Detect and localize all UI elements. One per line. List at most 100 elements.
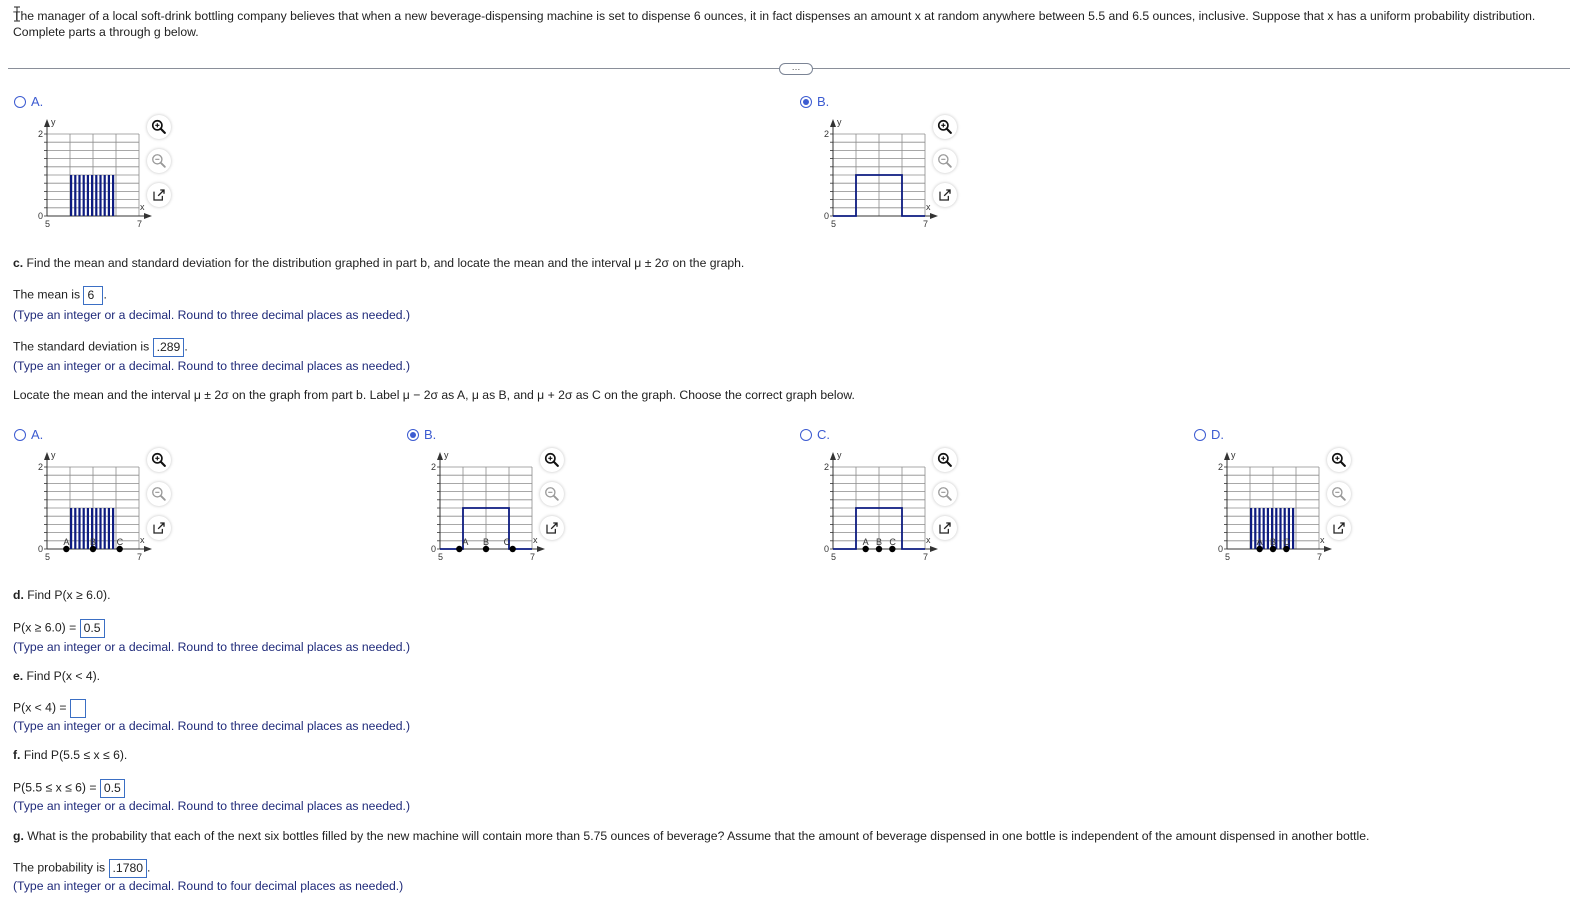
y-axis-label: y: [51, 450, 56, 460]
x-axis-arrow-icon: [144, 213, 152, 219]
density-bar: [95, 175, 98, 216]
density-bar: [78, 175, 81, 216]
zoom-in-icon: [937, 119, 952, 134]
popout-icon: [546, 522, 558, 534]
popout-button[interactable]: [933, 516, 957, 540]
density-bar: [107, 508, 110, 549]
part-c-option-a[interactable]: A. y x 2 0 5 7 A B C: [12, 427, 212, 577]
part-f-prompt: f. Find P(5.5 ≤ x ≤ 6).: [13, 748, 128, 762]
popout-button[interactable]: [540, 516, 564, 540]
radio-unselected-icon[interactable]: [14, 95, 26, 108]
part-e-answer-box[interactable]: [69, 699, 86, 718]
zoom-in-icon: [937, 452, 952, 467]
density-bar: [1279, 508, 1282, 549]
y-axis-label: y: [837, 117, 842, 127]
radio-selected-icon[interactable]: [407, 428, 419, 441]
zoom-in-button[interactable]: [540, 448, 564, 472]
density-bar: [78, 508, 81, 549]
part-f-answer-row: P(5.5 ≤ x ≤ 6) = 0.5: [13, 779, 125, 798]
interval-point-label: C: [889, 537, 896, 547]
zoom-out-button[interactable]: [147, 149, 171, 173]
zoom-in-button[interactable]: [1327, 448, 1351, 472]
option-label[interactable]: B.: [800, 94, 829, 109]
part-g-answer-row: The probability is .1780.: [13, 859, 150, 878]
part-g-answer-box[interactable]: .1780: [108, 859, 148, 878]
y-tick-label: 0: [824, 544, 829, 554]
radio-unselected-icon[interactable]: [14, 428, 26, 441]
part-c-option-c[interactable]: C. y x 2 0 5 7 A B C: [798, 427, 998, 577]
popout-icon: [939, 189, 951, 201]
uniform-graph: y x 2 05 7 A B C: [824, 450, 938, 562]
interval-point-label: A: [863, 537, 869, 547]
zoom-out-button[interactable]: [147, 482, 171, 506]
popout-button[interactable]: [147, 516, 171, 540]
y-axis-label: y: [51, 117, 56, 127]
popout-button[interactable]: [1327, 516, 1351, 540]
zoom-out-button[interactable]: [1327, 482, 1351, 506]
part-c-option-d[interactable]: D. y x 2 0 5 7 A B C: [1192, 427, 1392, 577]
x-axis-arrow-icon: [144, 546, 152, 552]
y-axis-label: y: [444, 450, 449, 460]
sd-answer-box[interactable]: .289: [152, 338, 185, 357]
option-letter: B.: [424, 427, 437, 442]
part-b-option-a[interactable]: A. y x 2 0 5 7: [12, 94, 212, 244]
x-axis-label: x: [926, 535, 931, 545]
density-bar: [86, 175, 89, 216]
density-bar: [103, 175, 106, 216]
y-axis-label: y: [837, 450, 842, 460]
density-bar: [1262, 508, 1265, 549]
y-tick-label: 2: [824, 129, 829, 139]
x-tick-label: 5: [1225, 552, 1230, 562]
part-d-answer-box[interactable]: 0.5: [79, 619, 105, 638]
option-label[interactable]: C.: [800, 427, 830, 442]
y-axis-arrow-icon: [44, 119, 50, 127]
x-axis-label: x: [926, 202, 931, 212]
part-g-prompt: g. What is the probability that each of …: [13, 829, 1370, 843]
popout-button[interactable]: [933, 183, 957, 207]
density-bar: [1250, 508, 1253, 549]
option-label[interactable]: B.: [407, 427, 436, 442]
part-c-option-b[interactable]: B. y x 2 0 5 7 A B C: [405, 427, 605, 577]
y-axis-arrow-icon: [830, 119, 836, 127]
zoom-in-button[interactable]: [147, 448, 171, 472]
option-letter: B.: [817, 94, 830, 109]
zoom-out-button[interactable]: [933, 149, 957, 173]
zoom-in-icon: [1331, 452, 1346, 467]
y-tick-label: 2: [1218, 462, 1223, 472]
part-e-hint: (Type an integer or a decimal. Round to …: [13, 719, 410, 733]
popout-button[interactable]: [147, 183, 171, 207]
density-bar: [99, 508, 102, 549]
y-tick-label: 0: [38, 544, 43, 554]
radio-selected-icon[interactable]: [800, 95, 812, 108]
zoom-out-button[interactable]: [540, 482, 564, 506]
zoom-in-button[interactable]: [147, 115, 171, 139]
zoom-in-button[interactable]: [933, 448, 957, 472]
density-bar: [70, 508, 73, 549]
interval-point-label: B: [90, 537, 96, 547]
x-axis-arrow-icon: [537, 546, 545, 552]
zoom-out-button[interactable]: [933, 482, 957, 506]
x-axis-arrow-icon: [1324, 546, 1332, 552]
option-letter: A.: [31, 94, 44, 109]
x-tick-label: 7: [923, 552, 928, 562]
radio-unselected-icon[interactable]: [1194, 428, 1206, 441]
mean-answer-box[interactable]: 6: [83, 286, 104, 305]
option-label[interactable]: A.: [14, 94, 43, 109]
part-b-option-b[interactable]: B. y x 2 0 5 7: [798, 94, 998, 244]
sd-row: The standard deviation is .289.: [13, 338, 188, 357]
zoom-in-icon: [151, 452, 166, 467]
density-bar: [112, 508, 115, 549]
radio-unselected-icon[interactable]: [800, 428, 812, 441]
x-tick-label: 5: [45, 219, 50, 229]
option-label[interactable]: D.: [1194, 427, 1224, 442]
sd-hint: (Type an integer or a decimal. Round to …: [13, 359, 410, 373]
y-axis-arrow-icon: [1224, 452, 1230, 460]
option-label[interactable]: A.: [14, 427, 43, 442]
mean-hint: (Type an integer or a decimal. Round to …: [13, 308, 410, 322]
x-tick-label: 5: [831, 552, 836, 562]
interval-point: [509, 545, 516, 553]
expand-button[interactable]: …: [779, 63, 813, 75]
zoom-in-button[interactable]: [933, 115, 957, 139]
part-f-answer-box[interactable]: 0.5: [99, 779, 125, 798]
y-tick-label: 0: [431, 544, 436, 554]
